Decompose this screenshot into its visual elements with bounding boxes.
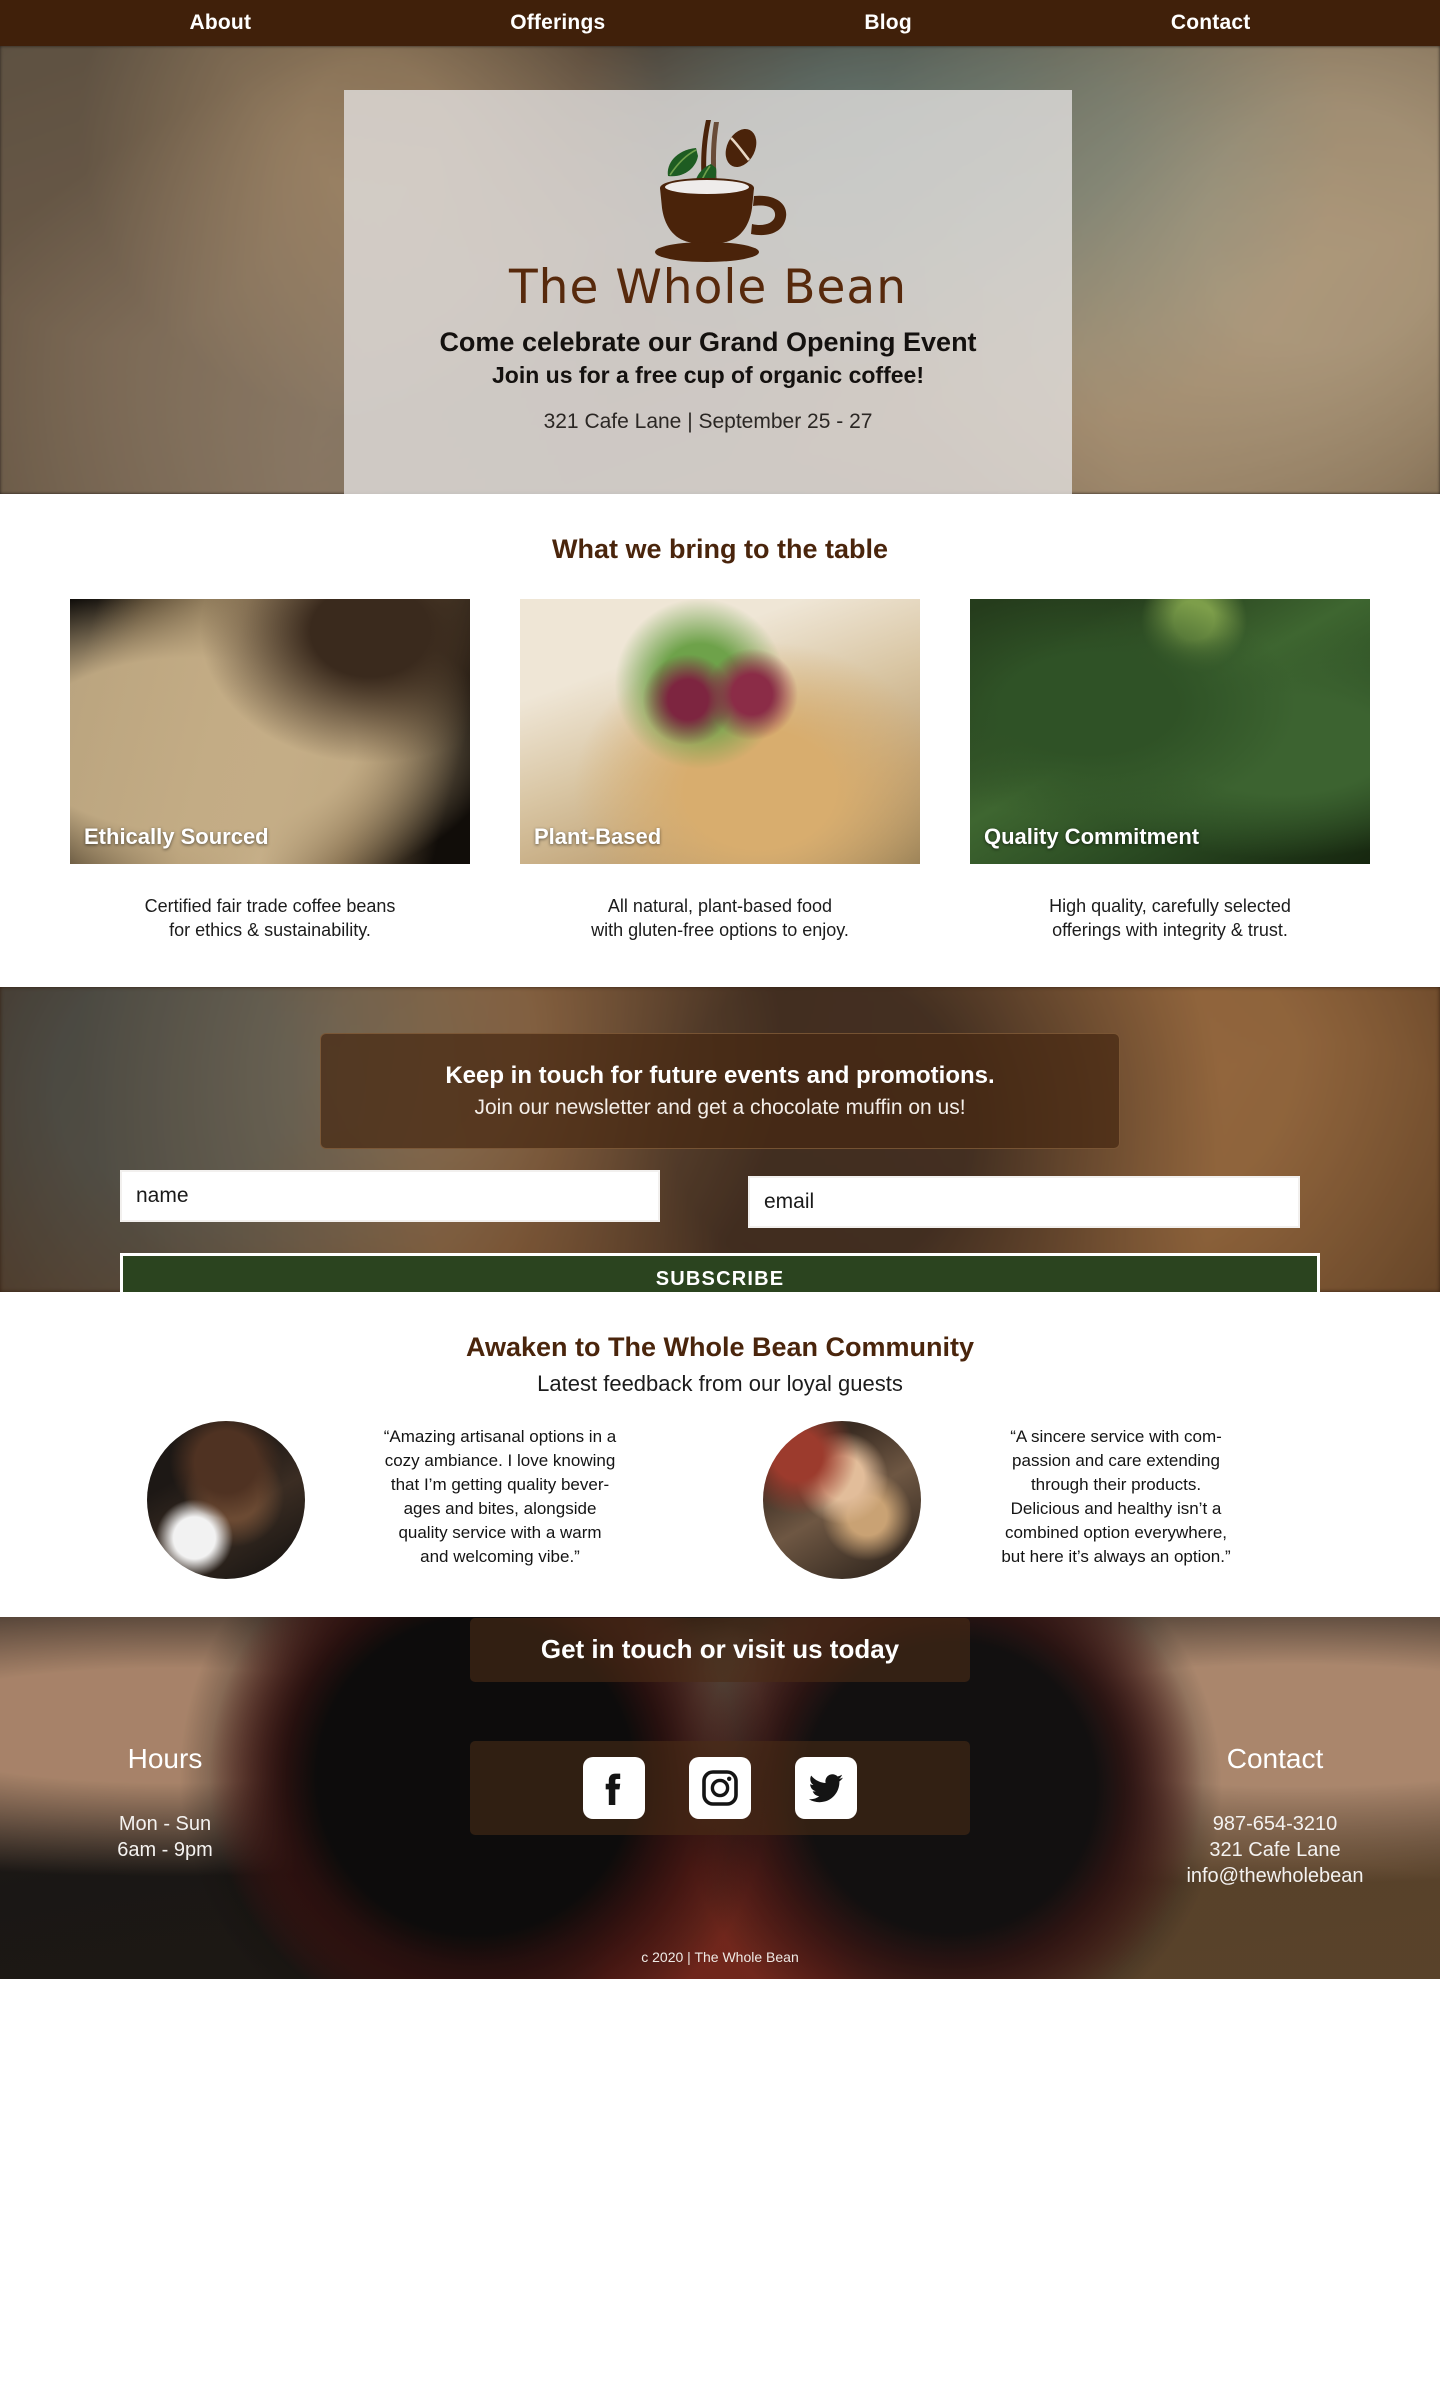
feature-card: Quality Commitment High quality, careful… <box>970 599 1370 943</box>
feature-card-text: Certified fair trade coffee beans for et… <box>144 896 396 941</box>
feature-card-label: Plant-Based <box>534 824 662 849</box>
feature-card: Ethically Sourced Certified fair trade c… <box>70 599 470 943</box>
testimonials-title: Awaken to The Whole Bean Community <box>465 1331 975 1362</box>
twitter-bird-glyph <box>808 1773 843 1802</box>
testimonial-list: “Amazing artisanal options in a cozy amb… <box>0 1420 1440 1579</box>
nav-links: About Offerings Blog Contact <box>0 11 1440 35</box>
copyright-text: c 2020 | The Whole Bean <box>641 1948 799 1965</box>
page-root: About Offerings Blog Contact The Whole B… <box>0 0 1440 1979</box>
avatar <box>147 1420 305 1579</box>
hours-heading: Hours <box>127 1742 203 1774</box>
instagram-glyph <box>702 1769 738 1806</box>
facebook-icon[interactable] <box>583 1756 645 1819</box>
newsletter-subheadline: Join our newsletter and get a chocolate … <box>474 1095 966 1119</box>
feature-card-text: All natural, plant-based food with glute… <box>591 896 849 941</box>
brand-name: The Whole Bean <box>508 260 908 315</box>
testimonials-subtitle: Latest feedback from our loyal guests <box>537 1370 903 1396</box>
feature-card-label: Quality Commitment <box>984 824 1200 849</box>
hero-content-card: The Whole Bean Come celebrate our Grand … <box>344 90 1072 494</box>
features-title: What we bring to the table <box>552 534 888 564</box>
social-links <box>470 1740 970 1835</box>
hero-headline: Come celebrate our Grand Opening Event <box>439 327 977 357</box>
footer-title: Get in touch or visit us today <box>470 1617 970 1682</box>
feature-card-text: High quality, carefully selected offerin… <box>1049 896 1291 941</box>
hero-subheadline: Join us for a free cup of organic coffee… <box>492 362 924 388</box>
newsletter-headline: Keep in touch for future events and prom… <box>445 1061 995 1089</box>
testimonial-item: “Amazing artisanal options in a cozy amb… <box>147 1420 677 1579</box>
feature-card-label: Ethically Sourced <box>84 824 269 849</box>
sack-of-coffee-beans-photo: Ethically Sourced <box>70 599 470 864</box>
nav-item-offerings[interactable]: Offerings <box>510 11 605 35</box>
contact-lines: 987-654-3210 321 Cafe Lane info@thewhole… <box>1186 1812 1364 1888</box>
footer-section: Get in touch or visit us today Hours Mon… <box>0 1616 1440 1979</box>
nav-item-blog[interactable]: Blog <box>864 11 911 35</box>
footer-hours-column: Hours Mon - Sun 6am - 9pm <box>0 1743 330 1864</box>
top-navigation-bar: About Offerings Blog Contact <box>0 0 1440 46</box>
nav-item-contact[interactable]: Contact <box>1171 11 1251 35</box>
figs-and-walnuts-photo: Plant-Based <box>520 599 920 864</box>
newsletter-form: name email <box>0 1169 1440 1228</box>
instagram-icon[interactable] <box>689 1756 751 1819</box>
coffee-plant-branch-photo: Quality Commitment <box>970 599 1370 864</box>
testimonial-quote: “Amazing artisanal options in a cozy amb… <box>383 1426 617 1567</box>
features-section: What we bring to the table Ethically Sou… <box>0 494 1440 987</box>
feature-card-list: Ethically Sourced Certified fair trade c… <box>0 599 1440 943</box>
name-input[interactable]: name <box>120 1169 660 1222</box>
testimonial-item: “A sincere service with com- passion and… <box>763 1420 1293 1579</box>
avatar <box>763 1420 921 1579</box>
newsletter-message-card: Keep in touch for future events and prom… <box>320 1032 1120 1149</box>
testimonial-quote: “A sincere service with com- passion and… <box>1001 1426 1231 1567</box>
newsletter-section: Keep in touch for future events and prom… <box>0 986 1440 1292</box>
feature-card: Plant-Based All natural, plant-based foo… <box>520 599 920 943</box>
testimonials-section: Awaken to The Whole Bean Community Lates… <box>0 1291 1440 1617</box>
hours-lines: Mon - Sun 6am - 9pm <box>117 1812 213 1861</box>
hero-section: The Whole Bean Come celebrate our Grand … <box>0 46 1440 494</box>
footer-contact-column: Contact 987-654-3210 321 Cafe Lane info@… <box>1110 1743 1440 1890</box>
email-input[interactable]: email <box>748 1175 1300 1228</box>
contact-heading: Contact <box>1226 1742 1324 1774</box>
subscribe-button[interactable]: SUBSCRIBE <box>120 1252 1320 1292</box>
facebook-glyph <box>605 1773 621 1805</box>
twitter-icon[interactable] <box>795 1756 857 1819</box>
nav-item-about[interactable]: About <box>190 11 252 35</box>
coffee-cup-with-bean-and-leaves-icon <box>655 120 787 262</box>
hero-event-details: 321 Cafe Lane | September 25 - 27 <box>543 410 873 433</box>
